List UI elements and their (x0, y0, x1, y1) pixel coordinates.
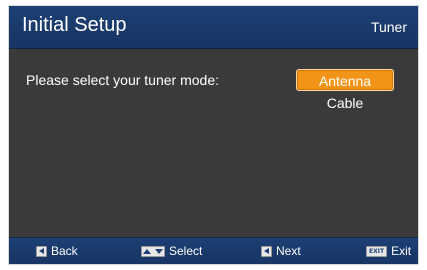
section-label: Tuner (370, 19, 407, 35)
header-bar: Initial Setup Tuner (9, 6, 418, 49)
back-hint[interactable]: Back (36, 244, 78, 258)
next-hint[interactable]: Next (261, 244, 301, 258)
content-area: Please select your tuner mode: Antenna C… (9, 48, 418, 241)
exit-key-icon: EXIT (366, 245, 388, 257)
setup-screen: Initial Setup Tuner Please select your t… (8, 5, 419, 265)
page-title: Initial Setup (22, 14, 127, 36)
exit-label: Exit (391, 244, 412, 258)
option-cable[interactable]: Cable (296, 92, 394, 114)
tuner-mode-prompt: Please select your tuner mode: (26, 72, 219, 88)
back-label: Back (51, 244, 78, 258)
up-down-arrow-keys-icon (141, 245, 165, 257)
select-hint[interactable]: Select (141, 244, 202, 258)
footer-bar: Back Select Next EXIT Exit (9, 237, 418, 264)
next-label: Next (276, 244, 301, 258)
exit-hint[interactable]: EXIT Exit (366, 244, 411, 258)
option-antenna[interactable]: Antenna (296, 69, 394, 91)
select-label: Select (169, 244, 203, 258)
left-arrow-key-icon (261, 245, 272, 257)
left-arrow-key-icon (36, 245, 47, 257)
